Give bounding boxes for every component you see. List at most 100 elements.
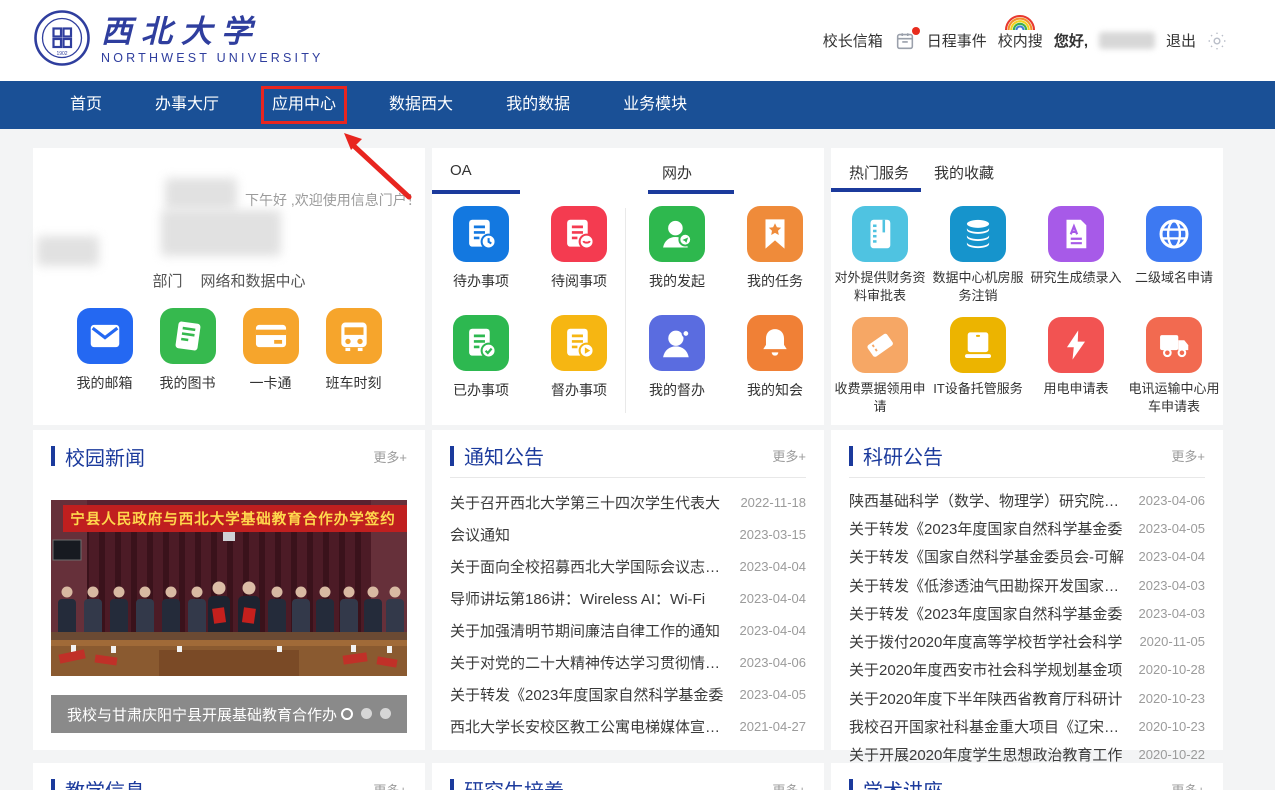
shortcut-label: 我的图书 xyxy=(160,373,216,393)
news-carousel-caption[interactable]: 我校与甘肃庆阳宁县开展基础教育合作办 xyxy=(51,695,407,733)
notice-title: 会议通知 xyxy=(450,524,728,545)
research-row[interactable]: 关于拨付2020年度高等学校哲学社会科学 2020-11-05 xyxy=(849,627,1205,655)
shortcut-item[interactable]: 我的图书 xyxy=(160,308,216,393)
nav-item[interactable]: 首页 xyxy=(66,81,106,129)
notice-row[interactable]: 会议通知 2023-03-15 xyxy=(450,518,806,550)
oa-item[interactable]: 待办事项 xyxy=(432,206,530,291)
wangban-group: 网办 我的发起 我的任务 xyxy=(628,162,824,425)
nav-item[interactable]: 业务模块 xyxy=(619,81,691,129)
president-mailbox-link[interactable]: 校长信箱 xyxy=(823,30,883,51)
bottom-section-header: 研究生培养 更多+ xyxy=(450,771,806,790)
campus-news-more-link[interactable]: 更多+ xyxy=(373,447,407,466)
tab-hot-underline xyxy=(831,188,921,192)
logo-text: 西北大学 NORTHWEST UNIVERSITY xyxy=(101,16,324,65)
news-cards-row: 校园新闻 更多+ 宁 xyxy=(33,430,1223,750)
university-name-cn: 西北大学 xyxy=(101,16,324,49)
tab-wangban[interactable]: 网办 xyxy=(662,162,692,186)
service-item-icon xyxy=(852,206,908,262)
service-item-label: 电讯运输中心用车申请表 xyxy=(1125,380,1223,416)
tab-hot-services[interactable]: 热门服务 xyxy=(849,162,909,183)
oa-item[interactable]: 督办事项 xyxy=(530,315,628,400)
research-row[interactable]: 关于转发《2023年度国家自然科学基金委 2023-04-05 xyxy=(849,514,1205,542)
service-item[interactable]: 对外提供财务资料审批表 xyxy=(831,206,929,305)
news-photo[interactable]: 宁县人民政府与西北大学基础教育合作办学签约 xyxy=(51,500,407,676)
shortcut-label: 班车时刻 xyxy=(326,373,382,393)
notice-row[interactable]: 关于召开西北大学第三十四次学生代表大 2022-11-18 xyxy=(450,486,806,518)
research-row[interactable]: 关于转发《2023年度国家自然科学基金委 2023-04-03 xyxy=(849,599,1205,627)
redacted-side-block xyxy=(37,236,99,266)
logout-link[interactable]: 退出 xyxy=(1166,30,1196,51)
bottom-section-card: 教学信息 更多+ xyxy=(33,763,425,790)
tab-oa[interactable]: OA xyxy=(450,162,472,186)
carousel-dot[interactable] xyxy=(380,708,391,719)
shortcut-icon xyxy=(326,308,382,364)
service-item-icon xyxy=(950,317,1006,373)
research-more-link[interactable]: 更多+ xyxy=(1171,446,1205,465)
shortcut-label: 我的邮箱 xyxy=(77,373,133,393)
wangban-item-icon xyxy=(747,315,803,371)
research-row[interactable]: 关于转发《低渗透油气田勘探开发国家工程 2023-04-03 xyxy=(849,571,1205,599)
notice-row[interactable]: 关于面向全校招募西北大学国际会议志愿者 2023-04-04 xyxy=(450,550,806,582)
shortcut-item[interactable]: 班车时刻 xyxy=(326,308,382,393)
schedule-events-link[interactable]: 日程事件 xyxy=(927,30,987,51)
notice-row[interactable]: 关于加强清明节期间廉洁自律工作的通知 2023-04-04 xyxy=(450,614,806,646)
rainbow-icon xyxy=(1003,14,1037,35)
carousel-dot[interactable] xyxy=(361,708,372,719)
tab-my-favorites[interactable]: 我的收藏 xyxy=(934,162,994,183)
notices-more-link[interactable]: 更多+ xyxy=(772,446,806,465)
services-grid: 对外提供财务资料审批表 数据中心机房服务注销 研究生成绩录入 二 xyxy=(831,194,1223,416)
notice-row[interactable]: 关于对党的二十大精神传达学习贯彻情况开 2023-04-06 xyxy=(450,646,806,678)
research-row[interactable]: 关于2020年度下半年陕西省教育厅科研计 2020-10-23 xyxy=(849,684,1205,712)
research-row[interactable]: 陕西基础科学（数学、物理学）研究院关于 2023-04-06 xyxy=(849,486,1205,514)
service-item[interactable]: 用电申请表 xyxy=(1027,317,1125,416)
university-logo[interactable]: 1902 西北大学 NORTHWEST UNIVERSITY xyxy=(33,9,324,72)
news-caption-text: 我校与甘肃庆阳宁县开展基础教育合作办 xyxy=(67,704,337,725)
calendar-icon[interactable] xyxy=(894,30,916,52)
service-item[interactable]: 研究生成绩录入 xyxy=(1027,206,1125,305)
research-row-title: 关于2020年度西安市社会科学规划基金项 xyxy=(849,659,1127,680)
shortcut-item[interactable]: 一卡通 xyxy=(243,308,299,393)
shortcut-item[interactable]: 我的邮箱 xyxy=(77,308,133,393)
wangban-item[interactable]: 我的发起 xyxy=(628,206,726,291)
oa-item[interactable]: 已办事项 xyxy=(432,315,530,400)
wangban-item-label: 我的发起 xyxy=(649,271,705,291)
bottom-section-more-link[interactable]: 更多+ xyxy=(1171,780,1205,790)
oa-item-icon xyxy=(453,206,509,262)
service-item[interactable]: 数据中心机房服务注销 xyxy=(929,206,1027,305)
wangban-item[interactable]: 我的知会 xyxy=(726,315,824,400)
research-row[interactable]: 关于转发《国家自然科学基金委员会-可解 2023-04-04 xyxy=(849,543,1205,571)
notice-row[interactable]: 导师讲坛第186讲：Wireless AI：Wi-Fi 2023-04-04 xyxy=(450,582,806,614)
redacted-info-block xyxy=(161,210,281,256)
service-item[interactable]: IT设备托管服务 xyxy=(929,317,1027,416)
oa-item-label: 已办事项 xyxy=(453,380,509,400)
notice-date: 2022-11-18 xyxy=(740,495,806,510)
research-row-title: 关于转发《2023年度国家自然科学基金委 xyxy=(849,603,1127,624)
notice-title: 关于转发《2023年度国家自然科学基金委 xyxy=(450,684,728,705)
nav-item[interactable]: 应用中心 xyxy=(268,81,340,129)
wangban-item[interactable]: 我的督办 xyxy=(628,315,726,400)
campus-search-link[interactable]: 校内搜 xyxy=(998,30,1043,51)
research-card: 科研公告 更多+ 陕西基础科学（数学、物理学）研究院关于 2023-04-06 … xyxy=(831,430,1223,750)
carousel-dot[interactable] xyxy=(341,708,353,720)
notice-row[interactable]: 关于转发《2023年度国家自然科学基金委 2023-04-05 xyxy=(450,678,806,710)
nav-item[interactable]: 我的数据 xyxy=(502,81,574,129)
section-bar xyxy=(51,446,55,466)
campus-news-header: 校园新闻 更多+ xyxy=(51,438,407,474)
campus-news-card: 校园新闻 更多+ 宁 xyxy=(33,430,425,750)
service-item[interactable]: 收费票据领用申请 xyxy=(831,317,929,416)
research-row[interactable]: 关于2020年度西安市社会科学规划基金项 2020-10-28 xyxy=(849,656,1205,684)
service-item[interactable]: 二级域名申请 xyxy=(1125,206,1223,305)
bottom-section-more-link[interactable]: 更多+ xyxy=(772,780,806,790)
oa-item[interactable]: 待阅事项 xyxy=(530,206,628,291)
nav-item[interactable]: 数据西大 xyxy=(385,81,457,129)
nav-item[interactable]: 办事大厅 xyxy=(151,81,223,129)
research-row-date: 2020-10-22 xyxy=(1139,747,1206,762)
wangban-item[interactable]: 我的任务 xyxy=(726,206,824,291)
bottom-section-card: 学术讲座 更多+ xyxy=(831,763,1223,790)
research-row[interactable]: 我校召开国家社科基金重大项目《辽宋西夏 2020-10-23 xyxy=(849,712,1205,740)
notice-date: 2023-04-04 xyxy=(740,623,807,638)
bottom-section-more-link[interactable]: 更多+ xyxy=(373,780,407,790)
settings-gear-icon[interactable] xyxy=(1207,31,1227,51)
service-item[interactable]: 电讯运输中心用车申请表 xyxy=(1125,317,1223,416)
notice-row[interactable]: 西北大学长安校区教工公寓电梯媒体宣传报 2021-04-27 xyxy=(450,710,806,742)
